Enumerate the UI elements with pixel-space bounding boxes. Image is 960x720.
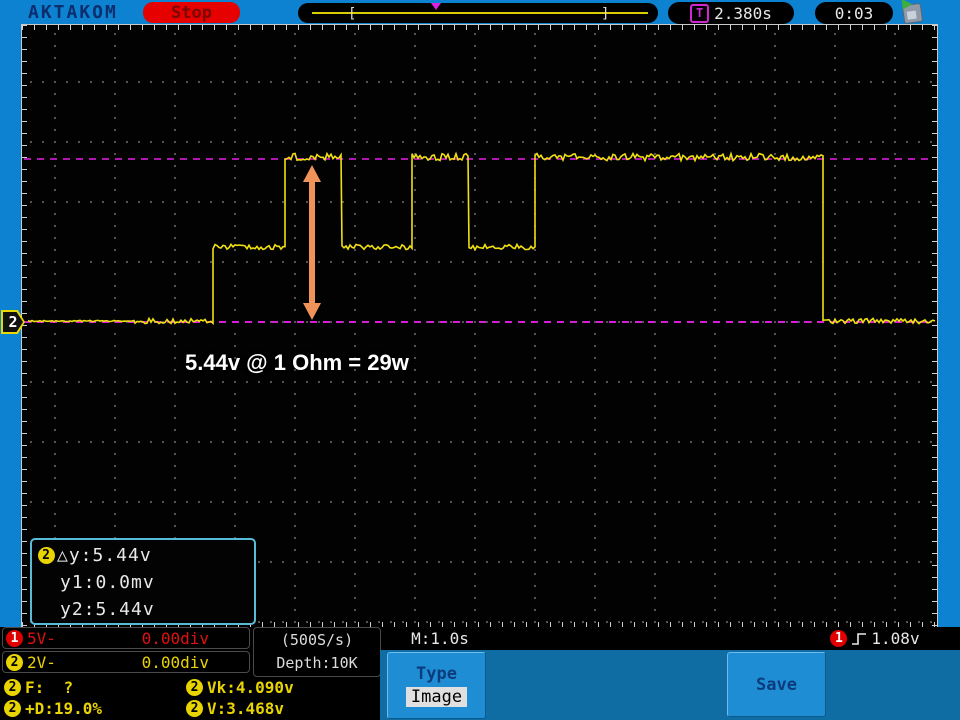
waveform-svg [22,25,937,627]
channel1-position: 0.00div [142,629,209,648]
window-right-bracket: ] [601,7,609,21]
oscilloscope-screen: AKTAKOM Stop [ ] T 2.380s 0:03 5.44v @ [0,0,960,720]
channel1-status-box[interactable]: 1 5V- 0.00div [2,627,250,649]
sample-rate: (500S/s) [281,629,353,652]
arrow-head-down-icon [303,303,321,320]
meas-v-value: V:3.468v [207,699,284,718]
channel1-scale: 5V- [27,629,56,648]
record-line [312,12,648,14]
trigger-position-marker-icon [431,3,441,10]
record-position-indicator[interactable]: [ ] [298,3,658,23]
channel2-badge: 2 [38,547,55,564]
arrow-head-up-icon [303,165,321,182]
meas-vk-value: Vk:4.090v [207,678,294,697]
brand-logo: AKTAKOM [28,2,118,23]
status-bar: 1 5V- 0.00div 2 2V- 0.00div (500S/s) Dep… [0,627,960,720]
trigger-time-readout: T 2.380s [668,2,794,24]
type-selected-value: Image [406,687,467,707]
cursor-y2: y2:5.44v [60,599,155,620]
meas-ch-badge: 2 [186,700,203,717]
timebase-readout: M:1.0s [385,628,495,649]
acquisition-box: (500S/s) Depth:10K [253,627,381,677]
meas-frequency-value: F: ? [25,678,73,697]
delta-v-arrow-annotation [303,165,321,320]
channel2-status-box[interactable]: 2 2V- 0.00div [2,651,250,673]
meas-ch-badge: 2 [4,679,21,696]
measurement-frequency: 2 F: ? [4,678,73,697]
memory-depth: Depth:10K [276,652,357,675]
measurement-vk: 2 Vk:4.090v [186,678,294,697]
save-label: Save [756,675,797,695]
save-disk-icon[interactable] [902,3,923,24]
type-label: Type [416,664,457,684]
channel2-scale: 2V- [27,653,56,672]
trigger-source-badge: 1 [830,630,847,647]
elapsed-clock: 0:03 [815,2,893,24]
cursor-y1: y1:0.0mv [60,572,155,593]
measurement-v: 2 V:3.468v [186,699,284,718]
window-left-bracket: [ [348,7,356,21]
meas-ch-badge: 2 [186,679,203,696]
rising-edge-icon [851,631,867,647]
measurement-duty: 2 +D:19.0% [4,699,102,718]
cursor-readout-box: 2 △y:5.44v y1:0.0mv y2:5.44v [30,538,256,625]
channel2-trace [28,153,935,323]
trigger-level-value: 1.08v [871,629,919,648]
meas-duty-value: +D:19.0% [25,699,102,718]
power-annotation-text: 5.44v @ 1 Ohm = 29w [185,350,409,376]
save-softkey-button[interactable]: Save [727,652,826,717]
softkey-menu-bar: Type Image Save [380,650,960,720]
channel2-position: 0.00div [142,653,209,672]
trigger-level-readout: 1 1.08v [795,628,955,649]
trigger-t-icon: T [690,4,709,23]
channel2-level-marker-label: 2 [3,312,23,332]
run-stop-status[interactable]: Stop [143,2,240,23]
trigger-time-value: 2.380s [714,4,772,23]
type-softkey-button[interactable]: Type Image [387,652,486,719]
channel2-badge: 2 [6,654,23,671]
cursor-delta-y: △y:5.44v [57,545,152,566]
channel1-badge: 1 [6,630,23,647]
meas-ch-badge: 2 [4,700,21,717]
